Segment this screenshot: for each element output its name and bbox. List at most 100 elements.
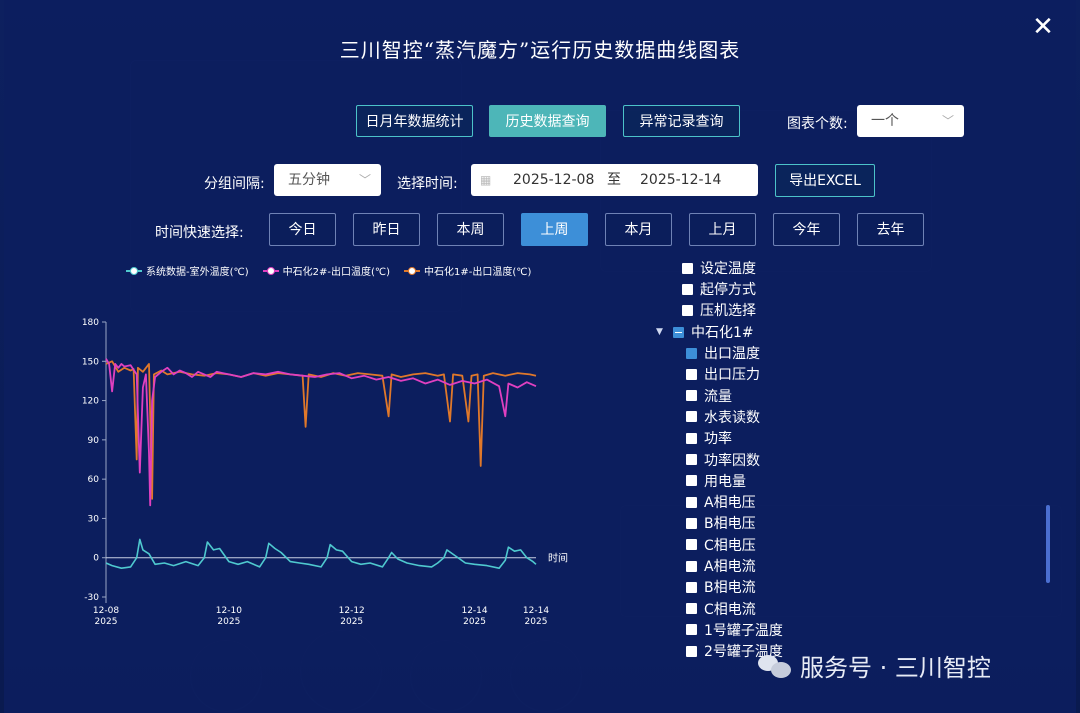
checkbox[interactable] xyxy=(686,368,697,380)
tree-item[interactable]: 水表读数 xyxy=(686,407,760,427)
quick-yesterday-button[interactable]: 昨日 xyxy=(353,213,420,246)
x-tick-label: 12-08 xyxy=(93,606,119,616)
checkbox[interactable] xyxy=(686,624,697,636)
tree-item[interactable]: C相电流 xyxy=(686,599,756,619)
tree-item-label: 出口压力 xyxy=(704,367,760,384)
checkbox[interactable] xyxy=(686,581,697,593)
checkbox[interactable] xyxy=(686,645,697,657)
date-start-value[interactable]: 2025-12-08 xyxy=(513,164,594,196)
y-tick-label: 30 xyxy=(88,514,100,524)
checkbox[interactable] xyxy=(682,283,693,295)
legend-item[interactable]: 中石化1#-出口温度(℃) xyxy=(404,263,531,278)
legend-swatch xyxy=(262,266,279,275)
tree-item[interactable]: B相电压 xyxy=(686,513,756,533)
group-interval-value: 五分钟 xyxy=(288,172,330,188)
quick-this-month-button[interactable]: 本月 xyxy=(605,213,672,246)
tree-item-label: A相电流 xyxy=(704,559,756,575)
legend-swatch xyxy=(404,266,421,275)
date-end-value[interactable]: 2025-12-14 xyxy=(640,164,721,196)
tree-item[interactable]: 出口温度 xyxy=(686,343,760,363)
tree-item-label: 压机选择 xyxy=(700,303,756,319)
quick-last-month-button[interactable]: 上月 xyxy=(689,213,756,246)
tree-group-sinopec-1[interactable]: ▼ 中石化1# xyxy=(656,322,754,342)
y-tick-label: 180 xyxy=(82,318,99,328)
x-tick-year: 2025 xyxy=(340,617,363,627)
group-interval-select[interactable]: 五分钟 ﹀ xyxy=(274,164,381,196)
tree-item-label: C相电流 xyxy=(704,601,756,618)
scrollbar-thumb[interactable] xyxy=(1046,505,1050,583)
watermark-text: 服务号 · 三川智控 xyxy=(800,654,991,682)
y-tick-label: 0 xyxy=(93,554,99,564)
tree-item-label: B相电流 xyxy=(704,580,756,597)
x-tick-label: 12-14 xyxy=(523,606,549,616)
tree-item-label: 起停方式 xyxy=(700,282,756,298)
close-icon[interactable]: ✕ xyxy=(1028,12,1058,42)
x-axis-label: 时间 xyxy=(548,552,568,565)
chart-count-value: 一个 xyxy=(871,113,899,129)
history-chart-modal: 三川智控“蒸汽魔方”运行历史数据曲线图表 ✕ 日月年数据统计 历史数据查询 异常… xyxy=(4,0,1076,713)
tab-daily-monthly-yearly[interactable]: 日月年数据统计 xyxy=(356,105,473,137)
tree-item-label: 出口温度 xyxy=(704,346,760,362)
quick-this-week-button[interactable]: 本周 xyxy=(437,213,504,246)
legend-item[interactable]: 系统数据-室外温度(℃) xyxy=(126,263,249,278)
tree-item-compressor[interactable]: 压机选择 xyxy=(682,300,756,320)
y-tick-label: -30 xyxy=(84,593,99,603)
x-tick-label: 12-10 xyxy=(216,606,242,616)
x-tick-label: 12-12 xyxy=(339,606,365,616)
checkbox[interactable] xyxy=(686,347,697,359)
tree-item[interactable]: 功率因数 xyxy=(686,450,760,470)
checkbox[interactable] xyxy=(686,560,697,572)
export-excel-button[interactable]: 导出EXCEL xyxy=(775,164,875,197)
checkbox[interactable] xyxy=(682,304,693,316)
checkbox[interactable] xyxy=(686,603,697,615)
tree-item[interactable]: 功率 xyxy=(686,428,732,448)
checkbox[interactable] xyxy=(686,390,697,402)
tab-history-query[interactable]: 历史数据查询 xyxy=(489,105,606,137)
checkbox[interactable] xyxy=(686,496,697,508)
legend-label: 中石化1#-出口温度(℃) xyxy=(424,267,532,278)
tree-item[interactable]: A相电压 xyxy=(686,492,756,512)
tree-item-set-temp[interactable]: 设定温度 xyxy=(682,258,756,278)
checkbox[interactable] xyxy=(682,262,693,274)
quick-last-year-button[interactable]: 去年 xyxy=(857,213,924,246)
tree-item-label: 功率因数 xyxy=(704,452,760,469)
quick-this-year-button[interactable]: 今年 xyxy=(773,213,840,246)
checkbox[interactable] xyxy=(686,475,697,487)
tree-item[interactable]: A相电流 xyxy=(686,556,756,576)
tab-abnormal-records[interactable]: 异常记录查询 xyxy=(623,105,740,137)
checkbox[interactable] xyxy=(686,539,697,551)
y-tick-label: 150 xyxy=(82,357,99,367)
chevron-down-icon: ﹀ xyxy=(358,173,371,187)
quick-last-week-button[interactable]: 上周 xyxy=(521,213,588,246)
checkbox[interactable] xyxy=(686,454,697,465)
checkbox[interactable] xyxy=(673,326,684,338)
checkbox[interactable] xyxy=(686,517,697,529)
group-interval-label: 分组间隔: xyxy=(204,176,265,192)
tree-item[interactable]: 1号罐子温度 xyxy=(686,620,783,640)
tree-item[interactable]: 用电量 xyxy=(686,471,746,491)
modal-title: 三川智控“蒸汽魔方”运行历史数据曲线图表 xyxy=(339,38,741,62)
checkbox[interactable] xyxy=(686,411,697,423)
series-line-0 xyxy=(105,538,537,569)
x-tick-year: 2025 xyxy=(463,617,486,627)
date-range-picker[interactable]: ▦ 2025-12-08 至 2025-12-14 xyxy=(471,164,758,196)
tree-item[interactable]: B相电流 xyxy=(686,577,756,597)
tree-item-label: 设定温度 xyxy=(700,261,756,277)
tree-item[interactable]: C相电压 xyxy=(686,535,756,555)
checkbox[interactable] xyxy=(686,432,697,444)
y-tick-label: 60 xyxy=(88,475,100,485)
select-time-label: 选择时间: xyxy=(397,176,458,192)
tree-item-label: B相电压 xyxy=(704,516,756,533)
caret-down-icon[interactable]: ▼ xyxy=(656,327,666,337)
tree-item-start-mode[interactable]: 起停方式 xyxy=(682,279,756,299)
tree-item[interactable]: 流量 xyxy=(686,386,732,406)
legend-label: 中石化2#-出口温度(℃) xyxy=(282,267,391,278)
legend-item[interactable]: 中石化2#-出口温度(℃) xyxy=(262,263,391,278)
x-tick-label: 12-14 xyxy=(461,606,487,616)
tree-item-label: 1号罐子温度 xyxy=(704,622,783,639)
tree-item[interactable]: 出口压力 xyxy=(686,364,760,384)
y-tick-label: 120 xyxy=(82,397,99,407)
watermark: 服务号 · 三川智控 xyxy=(758,648,991,683)
quick-today-button[interactable]: 今日 xyxy=(269,213,336,246)
chart-count-select[interactable]: 一个 ﹀ xyxy=(857,105,964,137)
